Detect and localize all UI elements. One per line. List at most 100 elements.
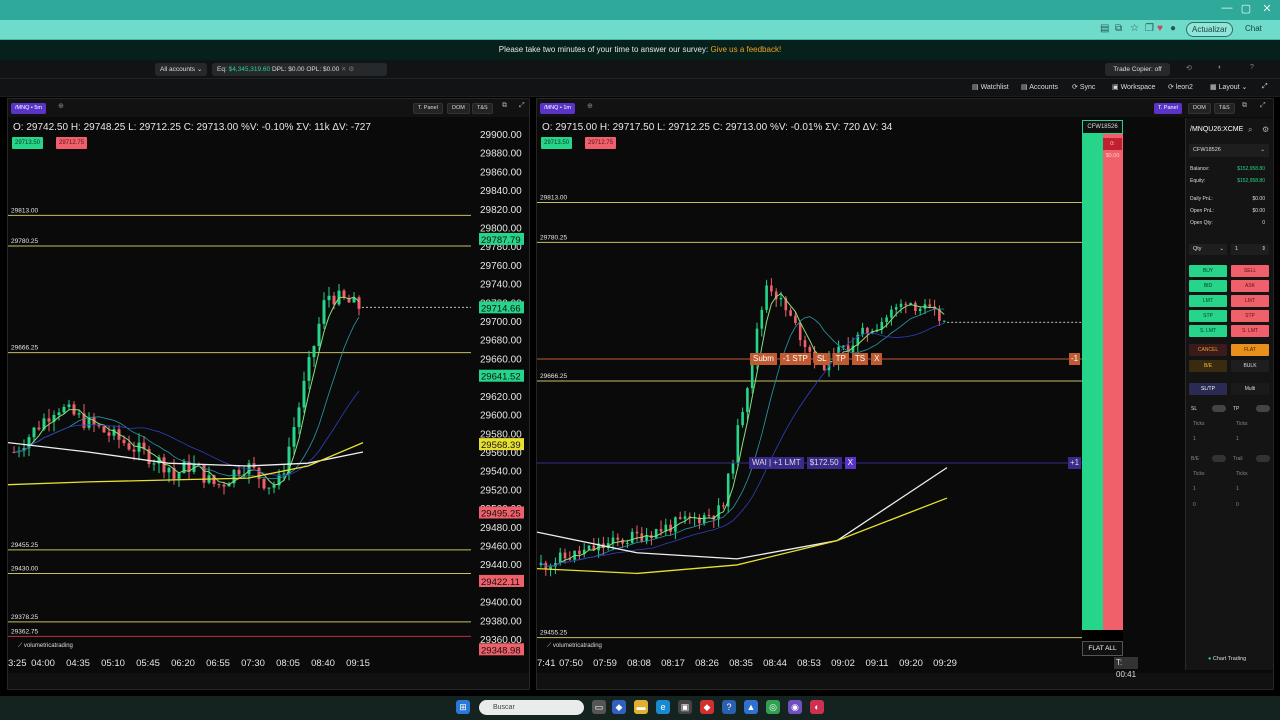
dom-bid-column[interactable] <box>1082 134 1103 630</box>
sell-stop-limit-button[interactable]: S. LMT <box>1231 325 1269 337</box>
right-tpanel-button[interactable]: T. Panel <box>1154 103 1182 114</box>
user-button[interactable]: ⟳ leon2 <box>1168 83 1193 91</box>
collections-icon[interactable]: ❐ <box>1145 23 1154 34</box>
sound-icon[interactable]: ◐ <box>1218 64 1222 71</box>
qty-mode-select[interactable]: Qty ⌄ <box>1189 244 1227 255</box>
time-axis-label: 3:25 <box>8 658 27 669</box>
sl-ticks-value[interactable]: 1 <box>1193 436 1196 442</box>
sl-toggle[interactable] <box>1212 405 1226 412</box>
favorite-icon[interactable]: ☆ <box>1130 23 1139 34</box>
limit-order-bar[interactable]: WAI | +1 LMT $172.50 X <box>749 457 856 469</box>
candle-body <box>683 516 687 520</box>
buy-stop-button[interactable]: STP <box>1189 310 1227 322</box>
close-icon[interactable]: ✕ <box>341 66 346 73</box>
all-accounts-select[interactable]: All accounts ⌄ <box>155 63 207 76</box>
ask-button[interactable]: ASK <box>1231 280 1269 292</box>
flat-button[interactable]: FLAT <box>1231 344 1269 356</box>
dom-ask-column[interactable] <box>1103 134 1123 630</box>
store-icon[interactable]: ▲ <box>744 700 758 714</box>
order-cancel[interactable]: X <box>871 353 883 365</box>
tab-multi[interactable]: Multi <box>1231 383 1269 395</box>
maximize-icon[interactable]: ▢ <box>1237 2 1255 15</box>
fullscreen-icon[interactable]: ⤢ <box>1262 83 1268 91</box>
stop-order-qty[interactable]: -1 <box>1069 353 1081 365</box>
minimize-icon[interactable]: — <box>1218 2 1236 14</box>
search-icon[interactable]: ⌕ <box>1248 125 1252 135</box>
help-icon[interactable]: ? <box>1250 64 1254 71</box>
be-toggle[interactable] <box>1212 455 1226 462</box>
tp-toggle[interactable] <box>1256 405 1270 412</box>
limit-order-qty[interactable]: +1 <box>1068 457 1082 469</box>
sync-button[interactable]: ⟳ Sync <box>1072 83 1095 91</box>
candle-body <box>717 505 720 520</box>
order-tp[interactable]: TP <box>832 353 849 365</box>
split-icon[interactable]: ⧉ <box>1115 23 1122 34</box>
limit-wait[interactable]: WAI | +1 LMT <box>749 457 804 469</box>
workspace-button[interactable]: ▣ Workspace <box>1112 83 1155 91</box>
help-app-icon[interactable]: ? <box>722 700 736 714</box>
chat-button[interactable]: Chat <box>1245 24 1262 33</box>
taskbar-search[interactable]: Buscar <box>479 700 584 715</box>
task-view-icon[interactable]: ▭ <box>592 700 606 714</box>
account-select-value: CFW18526 <box>1193 147 1221 153</box>
cancel-button[interactable]: CANCEL <box>1189 344 1227 356</box>
breakeven-button[interactable]: B/E <box>1189 360 1227 372</box>
close-icon[interactable]: ✕ <box>1258 2 1276 15</box>
dom-ladder[interactable]: CFW18526 0: $0.00 FLAT ALL T: 00:41 <box>1082 120 1139 679</box>
account-select[interactable]: CFW18526 ⌄ <box>1189 144 1269 157</box>
app-red-icon[interactable]: ◆ <box>700 700 714 714</box>
discord-icon[interactable]: ◉ <box>788 700 802 714</box>
layout-button[interactable]: ▦ Layout ⌄ <box>1210 83 1247 91</box>
order-sl[interactable]: SL <box>813 353 830 365</box>
trade-copier-status[interactable]: Trade Copier: off <box>1105 63 1170 76</box>
chrome-icon[interactable]: ◎ <box>766 700 780 714</box>
notifications-icon[interactable]: ⟲ <box>1186 64 1192 72</box>
settings-icon[interactable]: ⚙ <box>1262 125 1269 134</box>
right-dom-button[interactable]: DOM <box>1188 103 1211 114</box>
popout-icon[interactable]: ⧉ <box>1242 102 1247 110</box>
windows-start-icon[interactable]: ⊞ <box>456 700 470 714</box>
right-ts-button[interactable]: T&S <box>1214 103 1235 114</box>
file-explorer-icon[interactable]: ▬ <box>634 700 648 714</box>
tab-sltp[interactable]: SL/TP <box>1189 383 1227 395</box>
survey-link[interactable]: Give us a feedback! <box>710 45 781 54</box>
sell-button[interactable]: SELL <box>1231 265 1269 277</box>
right-price-chart[interactable]: 29860.0029840.0029820.0029800.0029780.00… <box>537 99 1085 691</box>
trail-toggle[interactable] <box>1256 455 1270 462</box>
tp-ticks-value[interactable]: 1 <box>1236 436 1239 442</box>
stop-order-bar[interactable]: Subm -1 STP SL TP TS X <box>750 353 883 365</box>
buy-button[interactable]: BUY <box>1189 265 1227 277</box>
buy-stop-limit-button[interactable]: S. LMT <box>1189 325 1227 337</box>
order-submit[interactable]: Subm <box>750 353 777 365</box>
widgets-icon[interactable]: ◆ <box>612 700 626 714</box>
reader-icon[interactable]: ▤ <box>1100 23 1109 34</box>
be-ticks-value[interactable]: 1 <box>1193 486 1196 492</box>
app-circle-icon[interactable]: ◐ <box>810 700 824 714</box>
update-button[interactable]: Actualizar <box>1186 22 1234 37</box>
heart-icon[interactable]: ♥ <box>1157 23 1163 34</box>
limit-cancel[interactable]: X <box>844 457 856 469</box>
maximize-icon[interactable]: ⤢ <box>1260 102 1266 110</box>
bulk-button[interactable]: BULK <box>1231 360 1269 372</box>
sell-stop-button[interactable]: STP <box>1231 310 1269 322</box>
sell-limit-button[interactable]: LMT <box>1231 295 1269 307</box>
accounts-button[interactable]: ▤ Accounts <box>1021 83 1058 91</box>
be-offset-value[interactable]: 0 <box>1193 502 1196 508</box>
left-price-chart[interactable]: 29900.00 29880.00 29860.00 29840.00 29820.00… <box>8 99 531 691</box>
qty-input[interactable]: 1 ⇕ <box>1231 244 1269 255</box>
chart-trading-toggle[interactable]: ● Chart Trading <box>1208 656 1246 662</box>
app-icon[interactable]: ▣ <box>678 700 692 714</box>
flat-all-button[interactable]: FLAT ALL <box>1082 641 1123 656</box>
bid-button[interactable]: BID <box>1189 280 1227 292</box>
candle-body <box>789 310 792 316</box>
profile-icon[interactable]: ● <box>1170 23 1176 34</box>
order-ts[interactable]: TS <box>851 353 869 365</box>
edge-browser-icon[interactable]: e <box>656 700 670 714</box>
candle-body <box>890 309 893 318</box>
settings-icon[interactable]: ⚙ <box>348 66 354 73</box>
trail-offset-value[interactable]: 0 <box>1236 502 1239 508</box>
trail-ticks-value[interactable]: 1 <box>1236 486 1239 492</box>
buy-limit-button[interactable]: LMT <box>1189 295 1227 307</box>
order-stop[interactable]: -1 STP <box>779 353 811 365</box>
watchlist-button[interactable]: ▤ Watchlist <box>972 83 1009 91</box>
